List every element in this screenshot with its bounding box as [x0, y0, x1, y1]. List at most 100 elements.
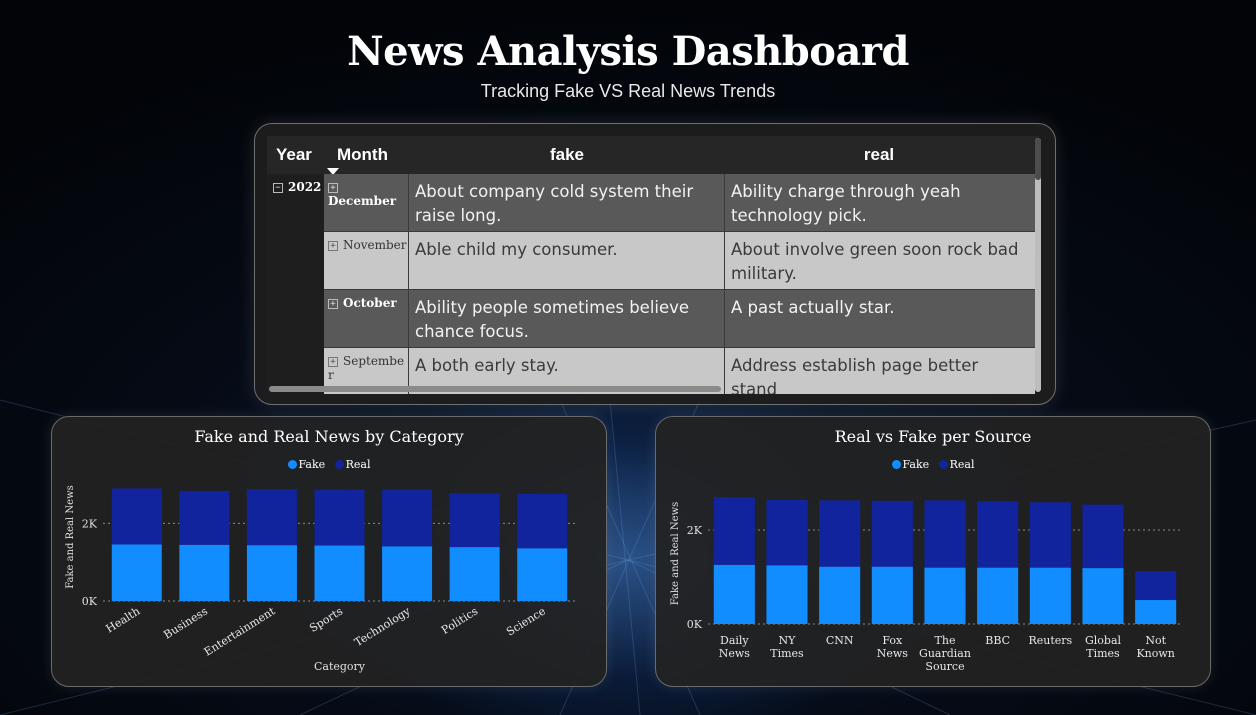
- month-label: November: [343, 238, 407, 252]
- bar-fake: [517, 548, 568, 601]
- x-tick-label-line: Fox: [882, 634, 903, 647]
- x-tick-label: Business: [161, 604, 210, 641]
- x-tick-label-line: News: [719, 647, 751, 660]
- column-header-month[interactable]: Month: [323, 145, 409, 175]
- real-cell: Ability charge through yeah technology p…: [731, 182, 961, 225]
- source-chart-card: Real vs Fake per Source Fake Real 0K 2K Fa…: [655, 416, 1211, 687]
- x-tick-label-line: NY: [779, 634, 797, 647]
- bar-fake: [246, 545, 297, 601]
- bar-real: [977, 501, 1019, 568]
- matrix-rows: +December About company cold system thei…: [324, 174, 1035, 394]
- month-cell: + October: [324, 290, 409, 347]
- collapse-icon[interactable]: −: [273, 183, 283, 193]
- x-tick-label-line: Known: [1136, 647, 1174, 660]
- x-tick-label-line: CNN: [826, 634, 854, 647]
- bar-fake: [1135, 600, 1177, 624]
- year-label: 2022: [288, 180, 322, 194]
- column-header-real[interactable]: real: [725, 145, 1033, 165]
- bar-fake: [382, 546, 433, 601]
- table-row: +December About company cold system thei…: [324, 174, 1035, 232]
- table-row: + November Able child my consumer. About …: [324, 232, 1035, 290]
- bar-fake: [111, 544, 162, 601]
- bar-real: [819, 500, 861, 567]
- bar-real: [179, 490, 230, 545]
- bar-real: [517, 493, 568, 549]
- vertical-scrollbar[interactable]: [1035, 138, 1041, 392]
- bar-fake: [977, 567, 1019, 624]
- x-tick-label: Politics: [439, 604, 480, 637]
- news-matrix-card: Year Month fake real −2022 +December Abo…: [254, 123, 1056, 405]
- month-label: December: [328, 194, 397, 208]
- column-header-year[interactable]: Year: [267, 145, 323, 165]
- bar-real: [111, 488, 162, 545]
- month-cell: + November: [324, 232, 409, 289]
- category-bar-chart: 0K 2K Fake and Real News Health BusinessEnte…: [65, 485, 576, 673]
- matrix-header: Year Month fake real: [267, 136, 1039, 175]
- x-tick-label: Fox News: [877, 634, 909, 660]
- bar-fake: [1029, 567, 1071, 624]
- page-subtitle: Tracking Fake VS Real News Trends: [480, 81, 776, 101]
- month-cell: +December: [324, 174, 409, 231]
- x-tick-label: CNN: [826, 634, 854, 647]
- x-tick-label-line: News: [877, 647, 909, 660]
- x-tick-label: Daily News: [719, 634, 751, 660]
- x-tick-label-line: Global: [1085, 634, 1122, 647]
- bar-real: [314, 489, 365, 546]
- bar-fake: [766, 565, 808, 624]
- y-tick-label: 2K: [687, 524, 703, 537]
- x-tick-label: Entertainment: [202, 604, 278, 658]
- bar-fake: [819, 566, 861, 624]
- x-tick-label: Global Times: [1085, 634, 1122, 660]
- expand-icon[interactable]: +: [328, 183, 338, 193]
- y-axis-label: Fake and Real News: [670, 502, 681, 606]
- bar-real: [924, 500, 966, 568]
- x-tick-label: Not Known: [1136, 634, 1174, 660]
- horizontal-scrollbar[interactable]: [269, 386, 721, 392]
- real-cell: About involve green soon rock bad milita…: [731, 240, 1019, 283]
- bar-fake: [924, 567, 966, 624]
- expand-icon[interactable]: +: [328, 299, 338, 309]
- x-tick-label-line: Reuters: [1028, 634, 1072, 647]
- x-tick-label-line: The: [935, 634, 956, 647]
- x-tick-label: The Guardian Source: [919, 634, 971, 673]
- page-title: News Analysis Dashboard: [347, 28, 909, 75]
- real-cell: Address establish page better stand: [731, 356, 979, 394]
- y-tick-label: 2K: [82, 517, 98, 530]
- category-chart-card: Fake and Real News by Category Fake Real…: [51, 416, 607, 687]
- x-tick-label-line: Times: [770, 647, 804, 660]
- x-tick-label-line: Daily: [720, 634, 749, 647]
- column-header-fake[interactable]: fake: [409, 145, 725, 165]
- month-label: Septembe r: [328, 354, 405, 382]
- fake-cell: About company cold system their raise lo…: [409, 174, 725, 231]
- real-cell: A past actually star.: [731, 298, 895, 317]
- table-row: + October Ability people sometimes believ…: [324, 290, 1035, 348]
- bar-fake: [179, 544, 230, 601]
- bar-real: [1135, 571, 1177, 601]
- bar-fake: [871, 566, 913, 624]
- bar-fake: [449, 547, 500, 601]
- bar-real: [713, 497, 755, 565]
- x-tick-label-line: BBC: [985, 634, 1010, 647]
- bar-real: [1082, 504, 1124, 569]
- y-tick-label: 0K: [687, 618, 703, 631]
- news-matrix: Year Month fake real −2022 +December Abo…: [267, 136, 1039, 394]
- x-tick-label-line: Source: [925, 660, 964, 673]
- expand-icon[interactable]: +: [328, 241, 338, 251]
- year-group: −2022: [267, 174, 324, 394]
- bar-fake: [713, 564, 755, 624]
- y-axis-label: Fake and Real News: [65, 485, 76, 589]
- fake-cell: Able child my consumer.: [409, 232, 725, 289]
- x-tick-label-line: Not: [1145, 634, 1166, 647]
- column-header-month-label: Month: [337, 145, 388, 164]
- x-tick-label-line: Guardian: [919, 647, 971, 660]
- vertical-scrollbar-thumb[interactable]: [1035, 138, 1041, 180]
- expand-icon[interactable]: +: [328, 357, 338, 367]
- bar-real: [449, 493, 500, 548]
- bar-fake: [314, 545, 365, 601]
- source-bar-chart: 0K2KFake and Real NewsDaily NewsNY TimesCN…: [670, 497, 1182, 673]
- matrix-body: −2022 +December About company cold syste…: [267, 174, 1039, 394]
- dashboard-header: News Analysis Dashboard Tracking Fake VS…: [0, 28, 1256, 102]
- bar-fake: [1082, 568, 1124, 624]
- x-tick-label: Technology: [352, 604, 413, 649]
- x-tick-label-line: Times: [1086, 647, 1120, 660]
